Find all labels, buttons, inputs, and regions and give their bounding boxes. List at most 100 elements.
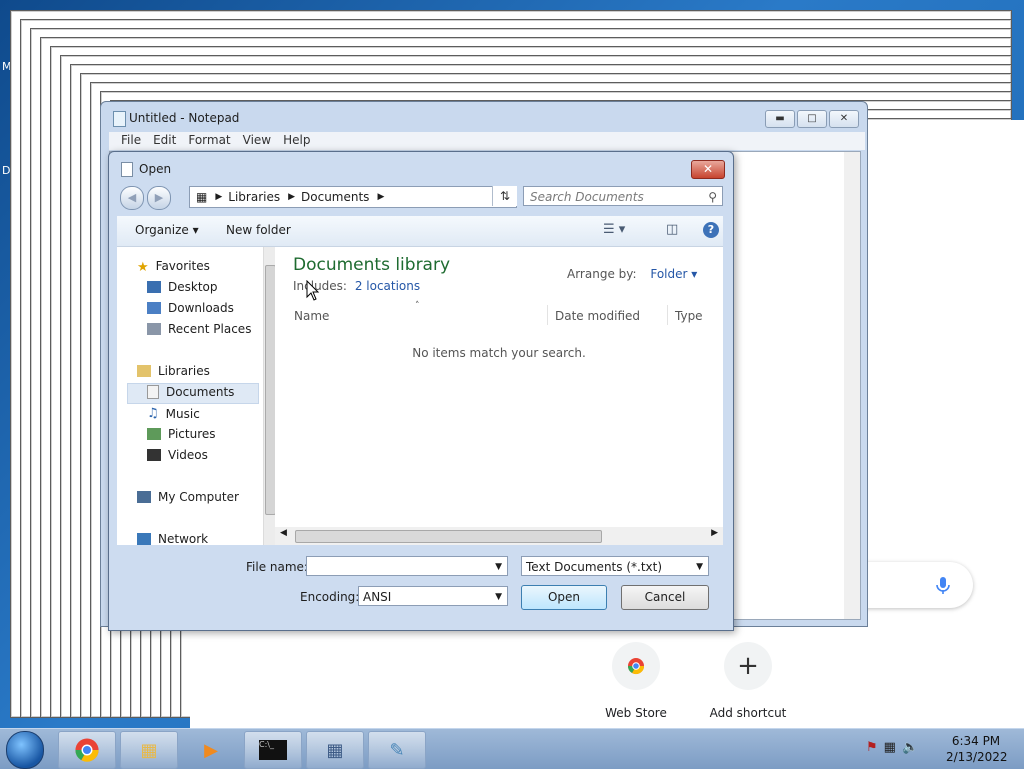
arrange-label: Arrange by:	[567, 267, 637, 281]
network-icon[interactable]: ▦	[884, 740, 902, 755]
nav-my-computer[interactable]: My Computer	[137, 490, 239, 504]
action-center-icon[interactable]: ⚑	[866, 740, 884, 755]
filetype-select[interactable]: Text Documents (*.txt) ▼	[521, 556, 709, 576]
encoding-select[interactable]: ANSI ▼	[358, 586, 508, 606]
vertical-scrollbar[interactable]	[844, 152, 860, 619]
clock-date: 2/13/2022	[946, 750, 1008, 764]
column-type[interactable]: Type	[675, 309, 703, 323]
scroll-thumb[interactable]	[295, 530, 602, 543]
nav-downloads[interactable]: Downloads	[147, 301, 234, 315]
organize-label: Organize	[135, 223, 189, 237]
taskbar-chrome[interactable]	[58, 731, 116, 769]
desktop-icon	[147, 281, 161, 293]
forward-button[interactable]: ▶	[147, 186, 171, 210]
new-folder-button[interactable]: New folder	[226, 223, 291, 237]
breadcrumb-separator: ▶	[377, 192, 385, 202]
filename-input[interactable]: ▼	[306, 556, 508, 576]
nav-network[interactable]: Network	[137, 532, 208, 546]
arrange-dropdown[interactable]: Folder ▾	[650, 267, 697, 281]
chevron-down-icon[interactable]: ▼	[495, 557, 502, 577]
organize-button[interactable]: Organize ▾	[135, 223, 199, 237]
network-icon	[137, 533, 151, 545]
folder-icon: ▦	[140, 739, 158, 761]
column-name[interactable]: Name	[294, 309, 329, 323]
nav-recent-places[interactable]: Recent Places	[147, 322, 251, 336]
close-button[interactable]: ✕	[829, 110, 859, 128]
menu-view[interactable]: View	[237, 132, 277, 150]
shortcut-add[interactable]: + Add shortcut	[708, 642, 788, 720]
refresh-button[interactable]: ⇅	[492, 186, 517, 206]
shortcut-label: Web Store	[605, 706, 667, 720]
horizontal-scrollbar[interactable]: ◀ ▶	[275, 527, 723, 545]
view-options-icon[interactable]: ☰ ▾	[603, 222, 625, 237]
notepad-icon: ✎	[389, 739, 405, 761]
menu-file[interactable]: File	[115, 132, 147, 150]
menu-help[interactable]: Help	[277, 132, 316, 150]
nav-pictures[interactable]: Pictures	[147, 427, 216, 441]
breadcrumb-libraries[interactable]: Libraries	[228, 190, 280, 204]
nav-label: Desktop	[168, 280, 218, 294]
nav-favorites[interactable]: ★ Favorites	[137, 259, 210, 275]
nav-label: Documents	[166, 385, 235, 399]
search-icon: ⚲	[708, 190, 717, 204]
plus-icon: +	[724, 642, 772, 690]
microphone-icon[interactable]	[935, 576, 951, 596]
open-button[interactable]: Open	[521, 585, 607, 610]
volume-icon[interactable]: 🔈	[902, 740, 924, 755]
nav-desktop[interactable]: Desktop	[147, 280, 218, 294]
minimize-button[interactable]: ▬	[765, 110, 795, 128]
chrome-icon	[75, 738, 99, 762]
libraries-icon	[137, 365, 151, 377]
arrange-value: Folder	[650, 267, 688, 281]
column-divider[interactable]	[547, 305, 548, 325]
nav-music[interactable]: ♫ Music	[147, 406, 200, 421]
chevron-down-icon[interactable]: ▼	[495, 587, 502, 607]
column-divider[interactable]	[667, 305, 668, 325]
nav-label: Music	[165, 406, 200, 421]
clock[interactable]: 6:34 PM 2/13/2022	[946, 733, 1008, 765]
menu-format[interactable]: Format	[182, 132, 236, 150]
nav-label: Network	[158, 532, 209, 546]
nav-libraries[interactable]: Libraries	[137, 364, 210, 378]
media-player-icon: ▶	[204, 739, 218, 761]
taskbar-cmd[interactable]: C:\_	[244, 731, 302, 769]
taskbar-media-player[interactable]: ▶	[182, 731, 240, 769]
folder-icon: ▦	[196, 190, 208, 204]
dialog-icon	[121, 162, 133, 177]
calculator-icon: ▦	[326, 739, 344, 761]
menu-edit[interactable]: Edit	[147, 132, 182, 150]
cancel-button[interactable]: Cancel	[621, 585, 709, 610]
taskbar-explorer[interactable]: ▦	[120, 731, 178, 769]
encoding-value: ANSI	[363, 590, 392, 604]
shortcut-web-store[interactable]: Web Store	[600, 642, 672, 720]
nav-documents[interactable]: Documents	[147, 385, 234, 399]
breadcrumb-separator: ▶	[215, 192, 223, 202]
search-input[interactable]: Search Documents ⚲	[523, 186, 723, 206]
music-icon: ♫	[147, 406, 159, 421]
close-button[interactable]: ✕	[691, 160, 725, 179]
nav-videos[interactable]: Videos	[147, 448, 208, 462]
locations-link[interactable]: 2 locations	[355, 279, 420, 293]
back-button[interactable]: ◀	[120, 186, 144, 210]
cmd-icon: C:\_	[259, 740, 287, 760]
taskbar: ▦ ▶ C:\_ ▦ ✎ ⚑▦🔈 6:34 PM 2/13/2022	[0, 728, 1024, 769]
taskbar-calculator[interactable]: ▦	[306, 731, 364, 769]
taskbar-notepad[interactable]: ✎	[368, 731, 426, 769]
system-tray: ⚑▦🔈	[866, 740, 924, 755]
maximize-button[interactable]: □	[797, 110, 827, 128]
breadcrumb-documents[interactable]: Documents	[301, 190, 369, 204]
column-date-modified[interactable]: Date modified	[555, 309, 640, 323]
scroll-right-icon[interactable]: ▶	[711, 528, 718, 538]
window-title: Untitled - Notepad	[129, 111, 240, 125]
address-bar[interactable]: ▦ ▶ Libraries ▶ Documents ▶	[189, 186, 517, 208]
start-button[interactable]	[6, 731, 44, 769]
web-store-icon	[612, 642, 660, 690]
scroll-left-icon[interactable]: ◀	[280, 528, 287, 538]
chevron-down-icon[interactable]: ▼	[696, 557, 703, 577]
help-icon[interactable]: ?	[703, 222, 719, 238]
nav-label: Favorites	[155, 259, 210, 273]
documents-icon	[147, 385, 159, 399]
arrange-by: Arrange by: Folder ▾	[567, 267, 697, 281]
preview-pane-icon[interactable]: ◫	[666, 222, 678, 237]
star-icon: ★	[137, 260, 149, 275]
